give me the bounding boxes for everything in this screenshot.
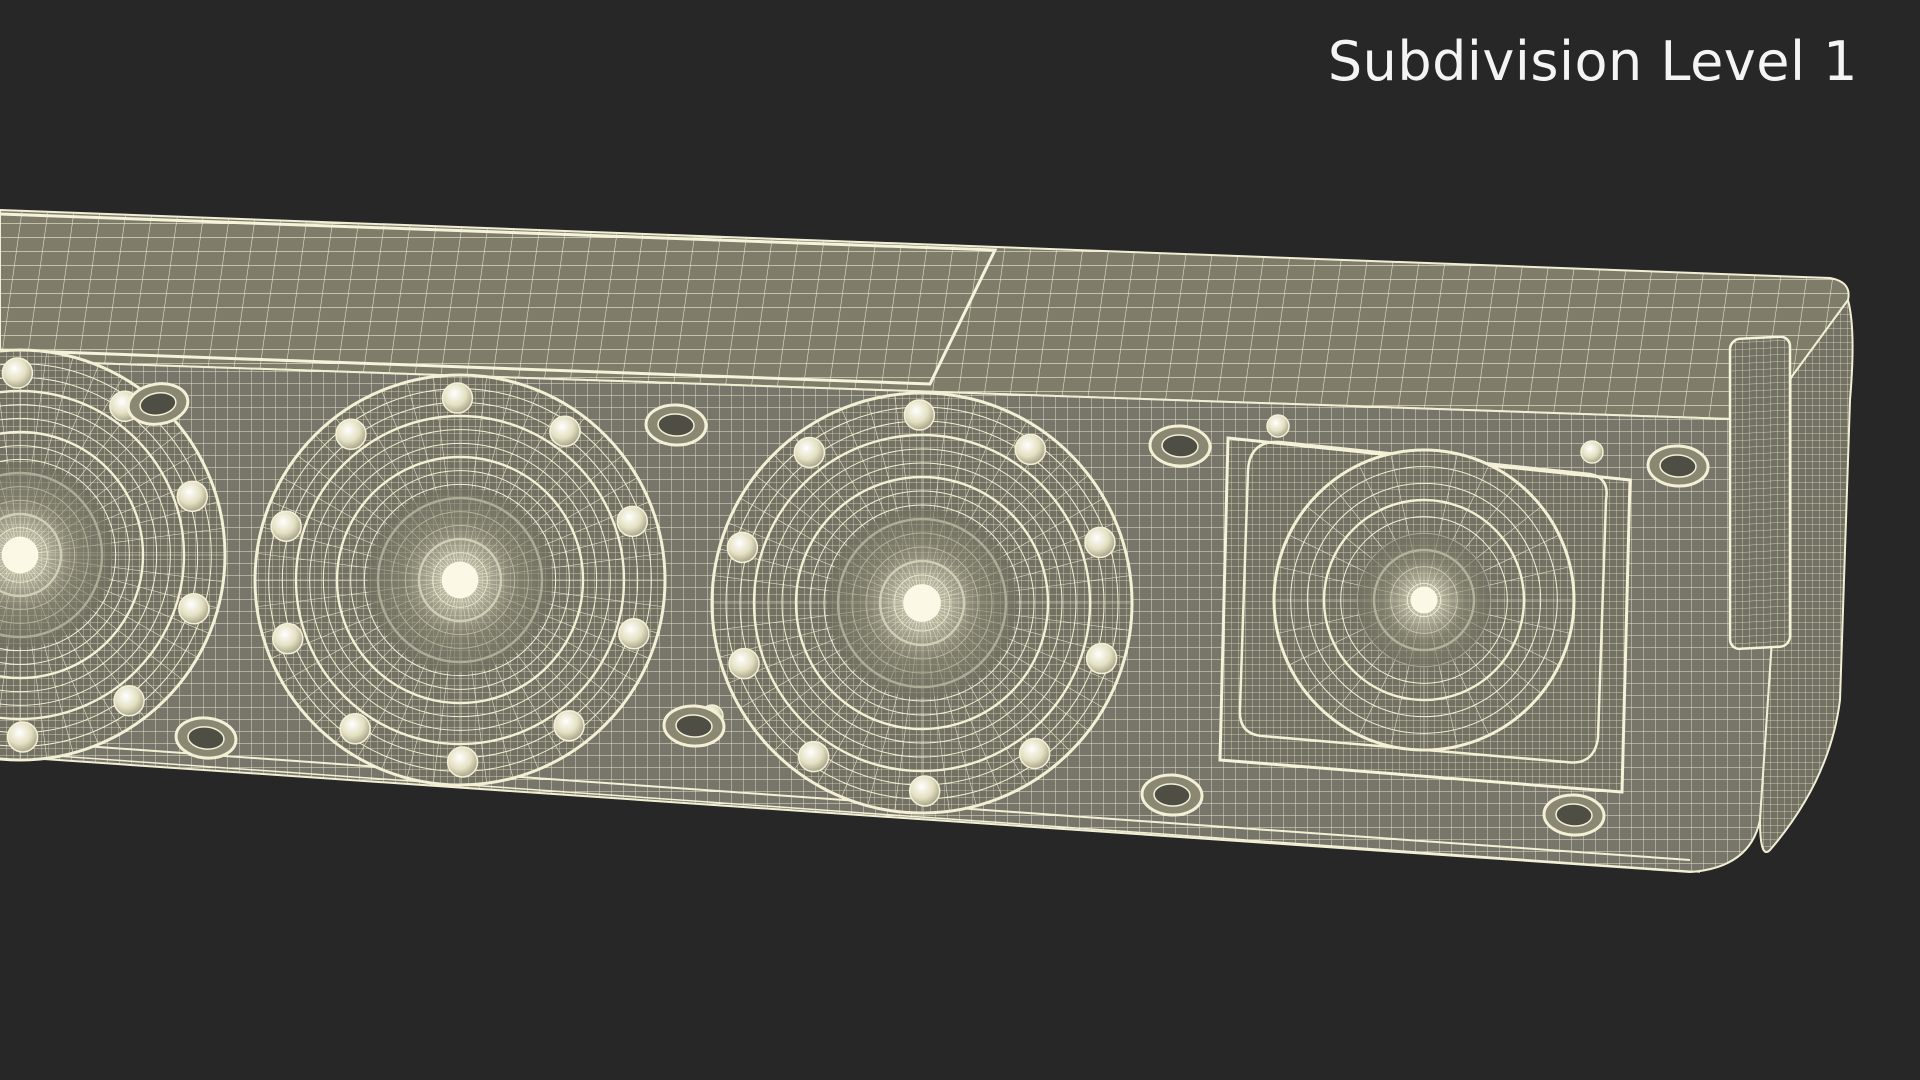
bolt — [1085, 642, 1118, 675]
soundbar-wireframe-model — [0, 208, 1854, 874]
bolt — [113, 684, 145, 717]
oval-port — [662, 704, 726, 748]
bolt — [618, 618, 650, 650]
subdivision-level-label: Subdivision Level 1 — [1327, 30, 1858, 93]
bolt — [178, 593, 210, 625]
bolt — [1, 357, 34, 389]
bolt — [335, 418, 367, 451]
bolt — [553, 709, 585, 742]
oval-port — [1140, 773, 1204, 817]
oval-port — [1542, 793, 1606, 837]
bolt — [728, 647, 760, 680]
bolt — [441, 382, 474, 414]
bolt — [6, 721, 39, 753]
bolt — [793, 436, 826, 469]
bolt — [549, 415, 581, 448]
oval-port — [644, 403, 708, 447]
driver-center-left — [253, 373, 667, 787]
driver-center-right — [710, 391, 1134, 815]
bolt — [1266, 414, 1290, 438]
bolt — [797, 740, 830, 773]
bolt — [903, 399, 936, 431]
oval-port — [1148, 424, 1212, 468]
oval-port — [1646, 444, 1710, 488]
bolt — [1084, 526, 1116, 559]
viewport: Subdivision Level 1 — [0, 0, 1920, 1080]
bolt — [726, 531, 759, 564]
bolt — [339, 712, 371, 745]
bolt — [270, 510, 302, 542]
tweeter — [1272, 448, 1576, 752]
bolt — [176, 480, 209, 513]
bolt — [1014, 433, 1047, 466]
bolt — [616, 505, 649, 538]
bolt — [271, 622, 304, 655]
bolt — [1580, 440, 1604, 464]
bolt — [446, 746, 479, 778]
bolt — [908, 775, 941, 807]
bolt — [1018, 737, 1051, 770]
